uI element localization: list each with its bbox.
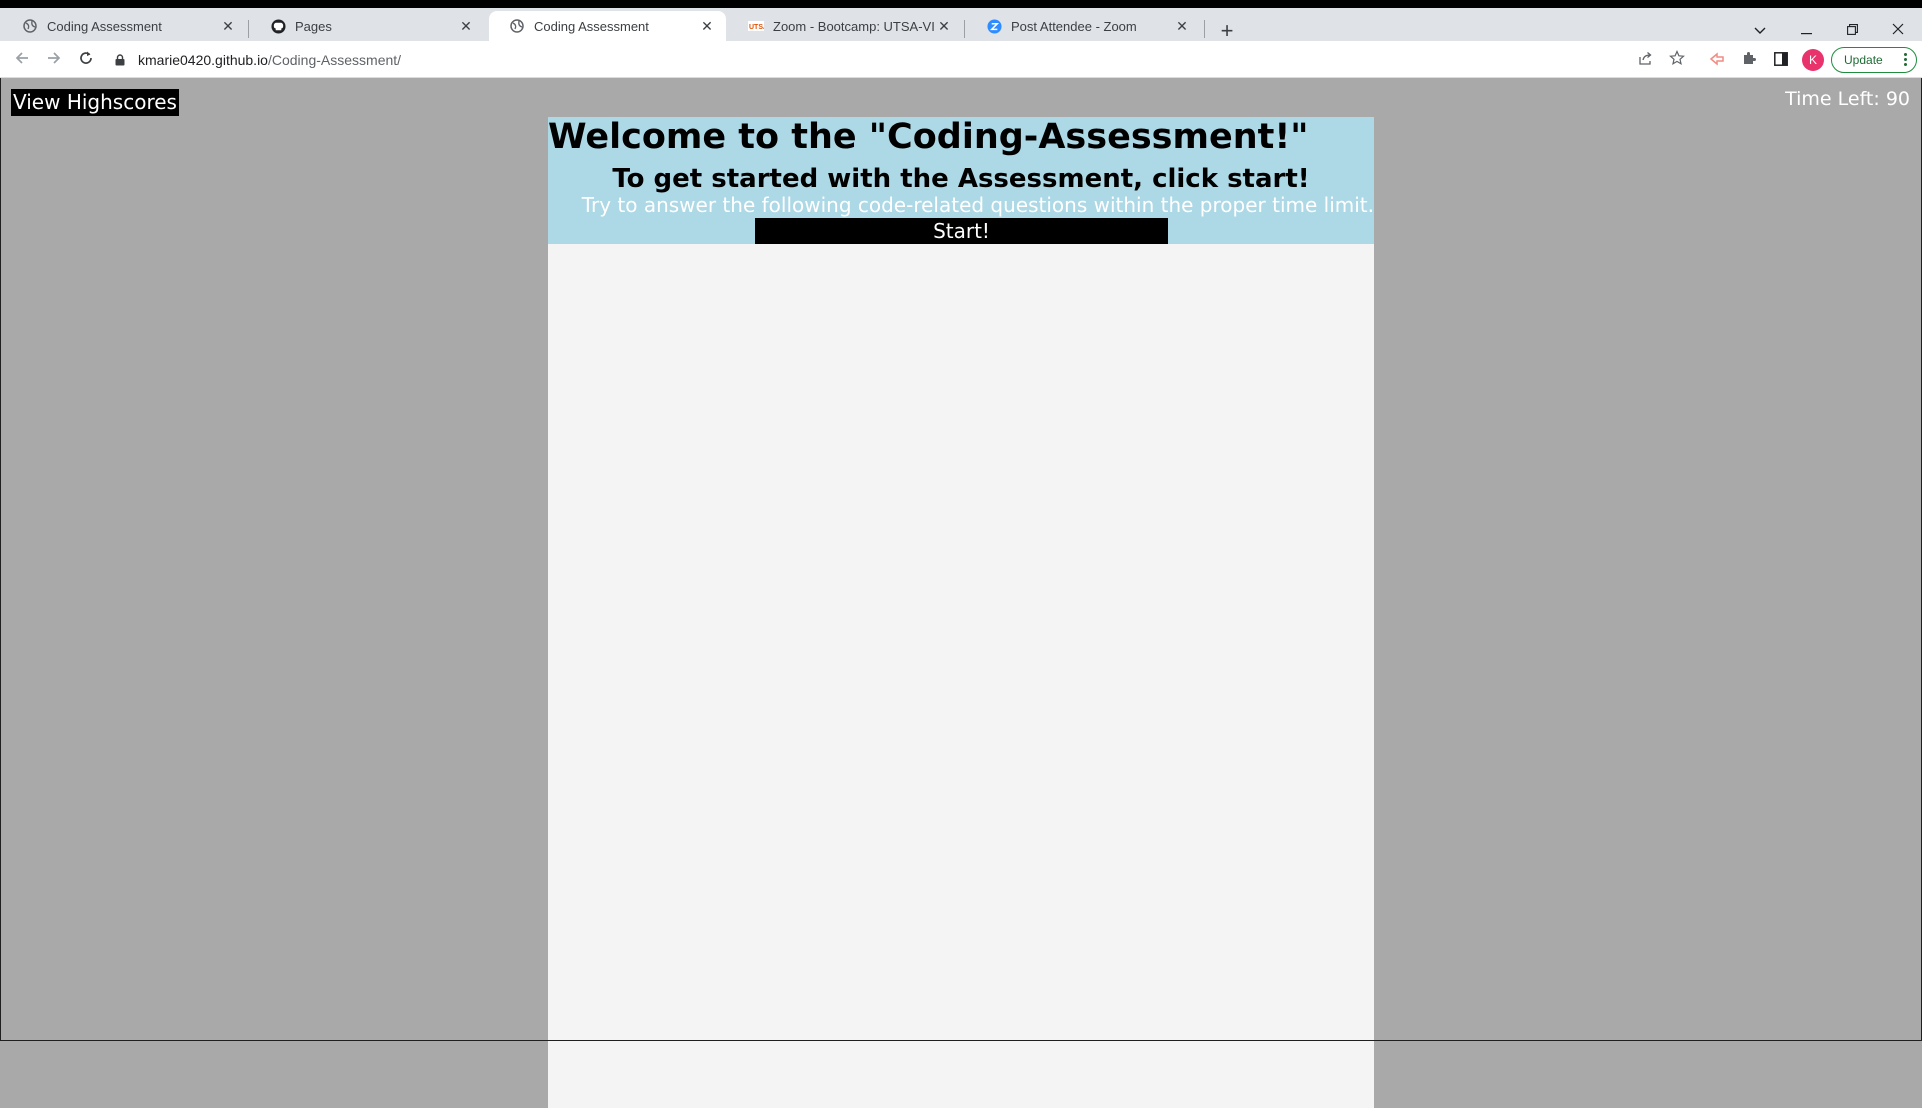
- side-panel-icon: [1774, 51, 1788, 70]
- update-button[interactable]: Update: [1831, 47, 1917, 73]
- close-icon[interactable]: ✕: [1173, 17, 1191, 35]
- tab-divider: [248, 20, 249, 38]
- tab-title: Post Attendee - Zoom: [1011, 18, 1137, 34]
- share-button[interactable]: [1634, 49, 1656, 71]
- more-vert-icon: [1904, 53, 1908, 66]
- globe-icon: [22, 18, 38, 34]
- update-label: Update: [1844, 53, 1883, 67]
- extension-arrow-icon: [1709, 51, 1725, 70]
- close-icon[interactable]: ✕: [935, 17, 953, 35]
- tab-coding-assessment-active[interactable]: Coding Assessment ✕: [489, 11, 726, 41]
- address-bar[interactable]: kmarie0420.github.io/Coding-Assessment/: [112, 46, 1692, 73]
- tab-title: Coding Assessment: [47, 18, 162, 34]
- browser-toolbar: kmarie0420.github.io/Coding-Assessment/: [0, 41, 1922, 78]
- reload-button[interactable]: [75, 49, 97, 71]
- side-panel-button[interactable]: [1770, 49, 1792, 71]
- tab-divider: [964, 20, 965, 38]
- new-tab-button[interactable]: +: [1216, 18, 1238, 43]
- close-icon[interactable]: ✕: [698, 17, 716, 35]
- share-icon: [1638, 51, 1653, 70]
- tab-title: Pages: [295, 18, 332, 34]
- bookmark-button[interactable]: [1666, 49, 1688, 71]
- tab-pages[interactable]: Pages ✕: [250, 11, 485, 41]
- star-icon: [1669, 50, 1685, 70]
- globe-icon: [509, 18, 525, 34]
- instruction-text: Try to answer the following code-related…: [581, 193, 1374, 217]
- minimize-icon: [1800, 22, 1812, 40]
- back-button[interactable]: [11, 49, 33, 71]
- window-left-edge: [0, 78, 1, 1041]
- profile-avatar[interactable]: K: [1802, 49, 1824, 71]
- arrow-left-icon: [14, 50, 30, 70]
- subheading: To get started with the Assessment, clic…: [612, 164, 1310, 194]
- puzzle-icon: [1741, 50, 1757, 70]
- view-highscores-link[interactable]: View Highscores: [11, 89, 179, 116]
- reload-icon: [78, 50, 94, 70]
- url-path: /Coding-Assessment/: [267, 51, 402, 68]
- intro-section: Welcome to the "Coding-Assessment!" To g…: [548, 117, 1374, 244]
- lock-icon: [112, 52, 128, 68]
- github-icon: [270, 18, 286, 34]
- close-icon[interactable]: ✕: [219, 17, 237, 35]
- restore-icon: [1846, 22, 1858, 40]
- tab-zoom-bootcamp[interactable]: UTSA Zoom - Bootcamp: UTSA-VIRT-FS ✕: [728, 11, 963, 41]
- page-viewport: View Highscores Time Left: 90 Welcome to…: [0, 78, 1922, 1108]
- arrow-right-icon: [46, 50, 62, 70]
- svg-text:UTSA: UTSA: [749, 24, 764, 31]
- timer-display: Time Left: 90: [1785, 88, 1910, 110]
- tab-title: Zoom - Bootcamp: UTSA-VIRT-FS: [773, 18, 935, 34]
- close-icon[interactable]: ✕: [457, 17, 475, 35]
- page-title: Welcome to the "Coding-Assessment!": [548, 117, 1309, 157]
- start-button[interactable]: Start!: [755, 218, 1168, 244]
- tab-post-attendee-zoom[interactable]: Post Attendee - Zoom ✕: [966, 11, 1201, 41]
- forward-button[interactable]: [43, 49, 65, 71]
- utsa-icon: UTSA: [748, 18, 764, 34]
- tab-divider: [1204, 20, 1205, 38]
- tab-coding-assessment-1[interactable]: Coding Assessment ✕: [2, 11, 247, 41]
- tab-title: Coding Assessment: [534, 18, 649, 34]
- quiz-panel: Welcome to the "Coding-Assessment!" To g…: [548, 117, 1374, 1108]
- extension-button[interactable]: [1706, 49, 1728, 71]
- tab-bar: Coding Assessment ✕ Pages ✕ Coding Asses…: [0, 8, 1922, 43]
- url-host: kmarie0420.github.io: [138, 51, 268, 68]
- window-top-border: [0, 0, 1922, 8]
- zoom-icon: [986, 18, 1002, 34]
- extensions-menu-button[interactable]: [1738, 49, 1760, 71]
- close-icon: [1892, 22, 1904, 40]
- chevron-down-icon: [1754, 22, 1766, 40]
